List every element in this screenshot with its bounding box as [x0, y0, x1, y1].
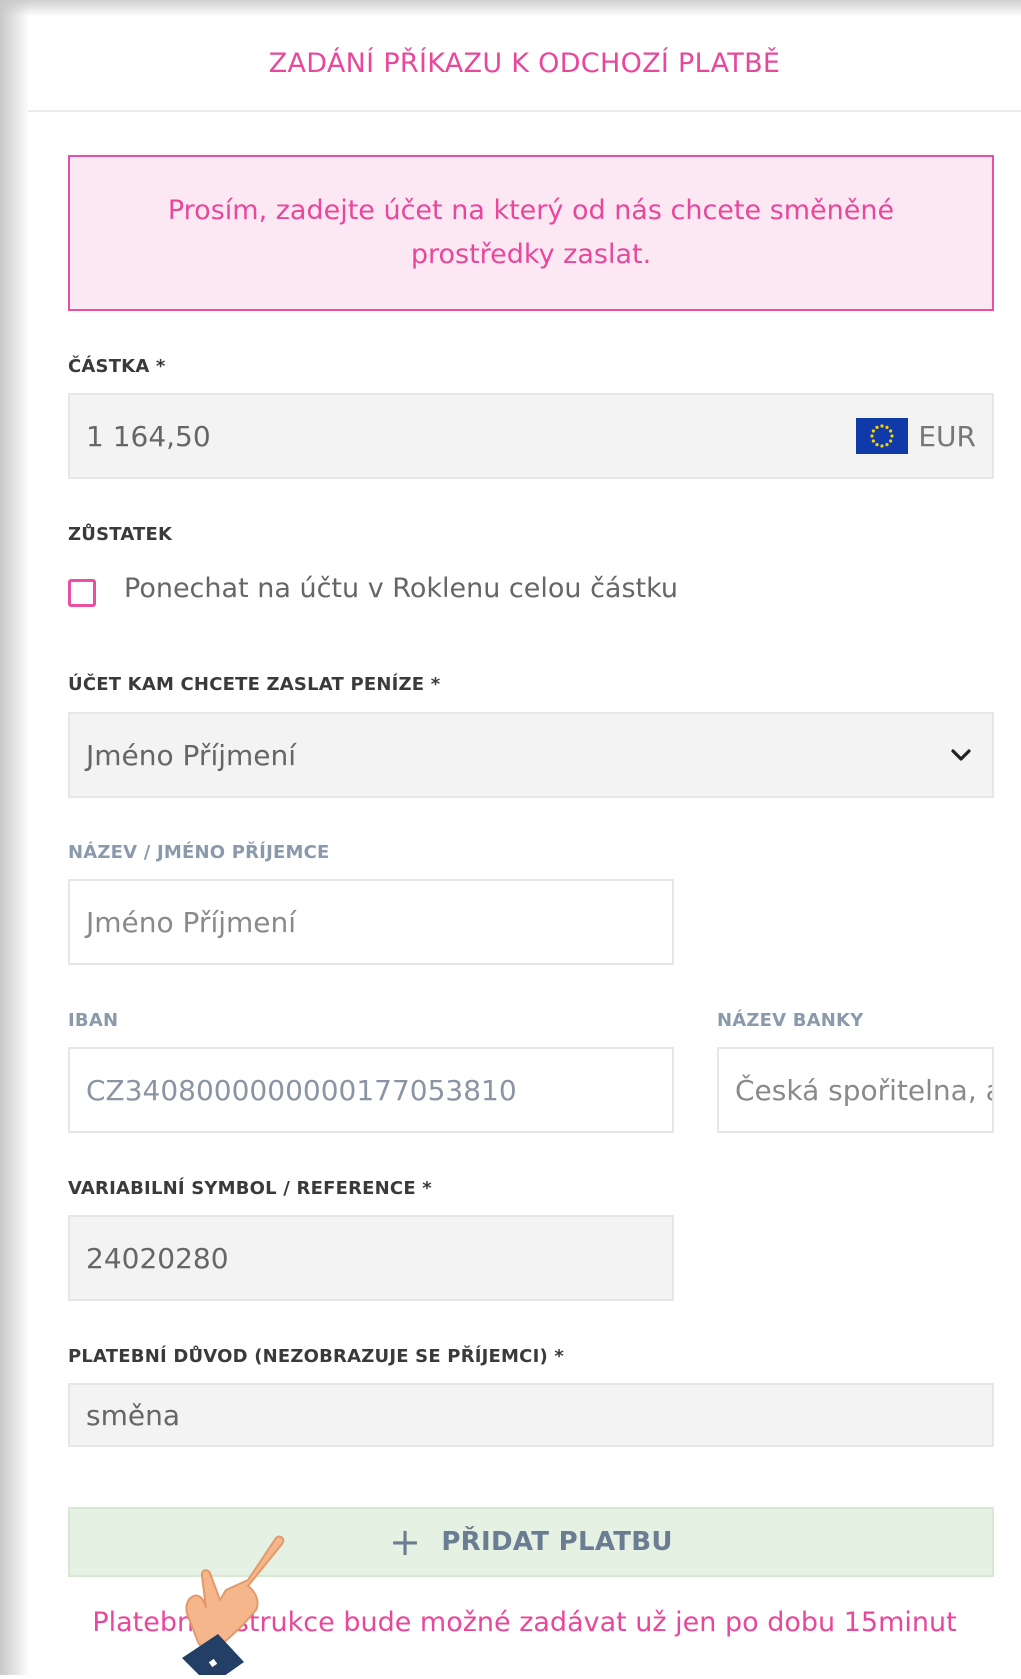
payment-form-card: ZADÁNÍ PŘÍKAZU K ODCHOZÍ PLATBĚ Prosím, …	[28, 16, 1021, 1675]
account-select[interactable]: Jméno Příjmení	[68, 712, 994, 798]
iban-label: IBAN	[68, 1010, 119, 1031]
info-notice: Prosím, zadejte účet na který od nás chc…	[68, 155, 994, 311]
bank-name-field[interactable]: Česká spořitelna, a.s.	[717, 1047, 994, 1133]
recipient-name-value: Jméno Příjmení	[86, 905, 297, 939]
account-label: ÚČET KAM CHCETE ZASLAT PENÍZE *	[68, 674, 441, 695]
keep-full-amount-checkbox[interactable]	[68, 579, 96, 607]
reason-field[interactable]: směna	[68, 1383, 994, 1447]
amount-label: ČÁSTKA *	[68, 356, 166, 377]
eu-flag-icon	[856, 418, 908, 454]
reason-value: směna	[86, 1398, 180, 1432]
chevron-down-icon[interactable]	[948, 742, 974, 768]
window-shadow-top	[0, 0, 1021, 16]
reference-value: 24020280	[86, 1241, 229, 1275]
iban-value: CZ3408000000000177053810	[86, 1073, 517, 1107]
currency-code: EUR	[918, 419, 976, 453]
recipient-name-field[interactable]: Jméno Příjmení	[68, 879, 674, 965]
account-selected-value: Jméno Příjmení	[86, 738, 297, 772]
reference-field[interactable]: 24020280	[68, 1215, 674, 1301]
amount-value: 1 164,50	[86, 419, 211, 453]
plus-icon: +	[389, 1520, 422, 1564]
recipient-label: NÁZEV / JMÉNO PŘÍJEMCE	[68, 842, 330, 863]
pointing-hand-icon	[176, 1530, 286, 1679]
balance-label: ZŮSTATEK	[68, 524, 173, 545]
add-payment-label: PŘIDAT PLATBU	[441, 1527, 673, 1557]
info-notice-text: Prosím, zadejte účet na který od nás chc…	[167, 195, 895, 270]
bank-name-label: NÁZEV BANKY	[717, 1010, 864, 1031]
reason-label: PLATEBNÍ DŮVOD (NEZOBRAZUJE SE PŘÍJEMCI)…	[68, 1346, 564, 1367]
iban-field[interactable]: CZ3408000000000177053810	[68, 1047, 674, 1133]
keep-full-amount-label[interactable]: Ponechat na účtu v Roklenu celou částku	[124, 573, 678, 604]
page-title: ZADÁNÍ PŘÍKAZU K ODCHOZÍ PLATBĚ	[28, 16, 1021, 112]
bank-name-value: Česká spořitelna, a.s.	[735, 1073, 992, 1107]
window-shadow-left	[0, 0, 30, 1675]
amount-field[interactable]: 1 164,50 EUR	[68, 393, 994, 479]
reference-label: VARIABILNÍ SYMBOL / REFERENCE *	[68, 1178, 432, 1199]
